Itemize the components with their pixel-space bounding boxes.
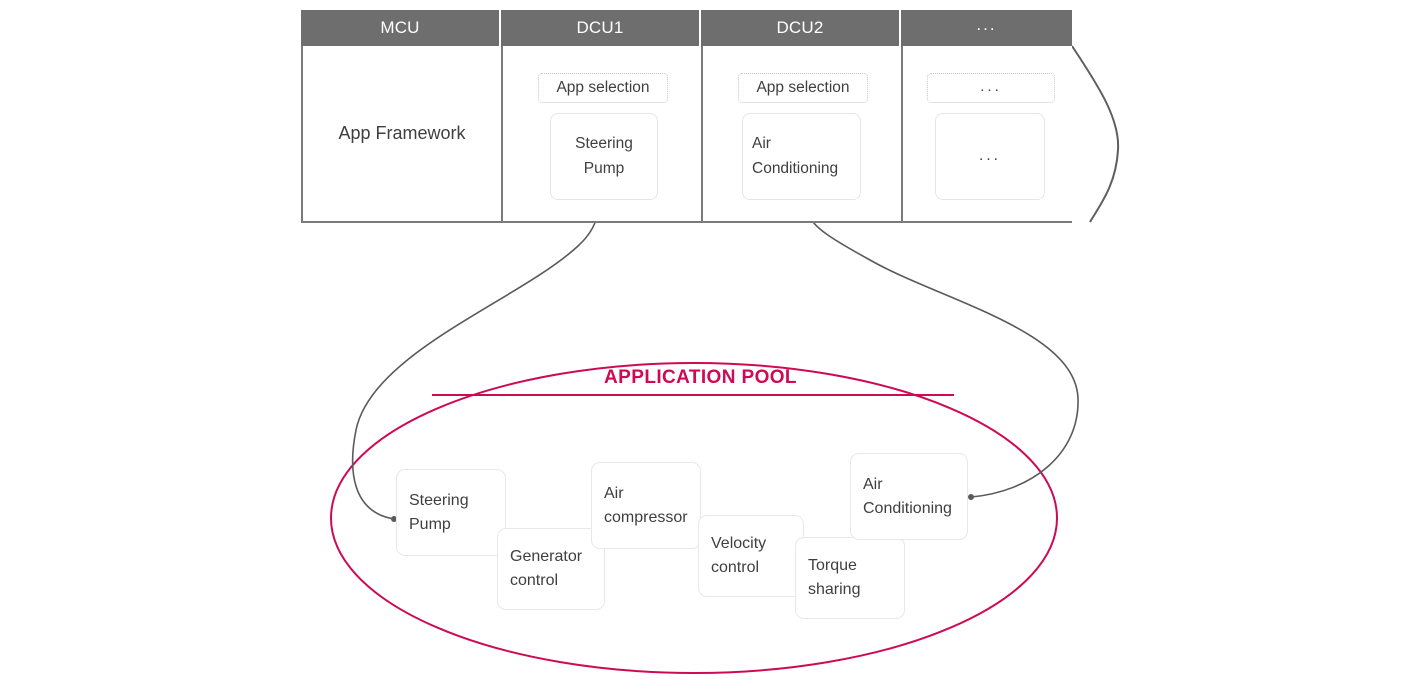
ecu-column-header-more: ... (901, 10, 1072, 46)
ecu-column-body-mcu: App Framework (301, 46, 501, 223)
app-selection-slot-dcu2[interactable]: App selection (738, 73, 868, 103)
ecu-column-header-dcu2: DCU2 (701, 10, 901, 46)
ecu-column-header-mcu: MCU (301, 10, 501, 46)
assigned-app-dcu1[interactable]: Steering Pump (550, 113, 658, 200)
app-selection-slot-dcu1[interactable]: App selection (538, 73, 668, 103)
ecu-column-body-dcu2: App selection Air Conditioning (701, 46, 901, 223)
pool-app-chip-label: Torque sharing (808, 557, 861, 598)
pool-app-chip-label: Air Conditioning (863, 475, 952, 517)
ecu-column-more: ... ... ... (901, 10, 1072, 223)
ecu-column-header-dcu1: DCU1 (501, 10, 701, 46)
ecu-column-dcu1: DCU1 App selection Steering Pump (501, 10, 701, 223)
pool-app-chip[interactable]: Air Conditioning (850, 453, 968, 540)
application-pool-title: APPLICATION POOL (604, 367, 797, 388)
ecu-column-mcu: MCU App Framework (301, 10, 501, 223)
pool-app-chip[interactable]: Generator control (497, 528, 605, 610)
ecu-table: MCU App Framework DCU1 App selection Ste… (301, 10, 1072, 223)
diagram-canvas: MCU App Framework DCU1 App selection Ste… (0, 0, 1401, 700)
application-pool-title-rule (432, 394, 954, 396)
pool-app-chip[interactable]: Torque sharing (795, 537, 905, 619)
assigned-app-dcu2[interactable]: Air Conditioning (742, 113, 861, 200)
pool-app-chip[interactable]: Air compressor (591, 462, 701, 549)
assigned-app-dcu1-label: Steering Pump (575, 135, 633, 177)
assigned-app-dcu2-label: Air Conditioning (752, 135, 839, 177)
app-selection-slot-more[interactable]: ... (927, 73, 1055, 103)
assigned-app-more[interactable]: ... (935, 113, 1045, 200)
pool-app-chip-label: Steering Pump (409, 491, 469, 533)
ecu-column-body-dcu1: App selection Steering Pump (501, 46, 701, 223)
pool-app-chip-label: Air compressor (604, 484, 688, 526)
pool-app-chip-label: Generator control (510, 548, 583, 589)
ecu-column-dcu2: DCU2 App selection Air Conditioning (701, 10, 901, 223)
pool-app-chip[interactable]: Velocity control (698, 515, 804, 597)
app-framework-label: App Framework (338, 123, 466, 143)
pool-app-chip[interactable]: Steering Pump (396, 469, 506, 556)
ecu-column-body-more: ... ... (901, 46, 1072, 223)
table-continuation-brace (1071, 45, 1120, 223)
pool-app-chip-label: Velocity control (711, 535, 767, 576)
assigned-app-more-label: ... (979, 147, 1001, 165)
